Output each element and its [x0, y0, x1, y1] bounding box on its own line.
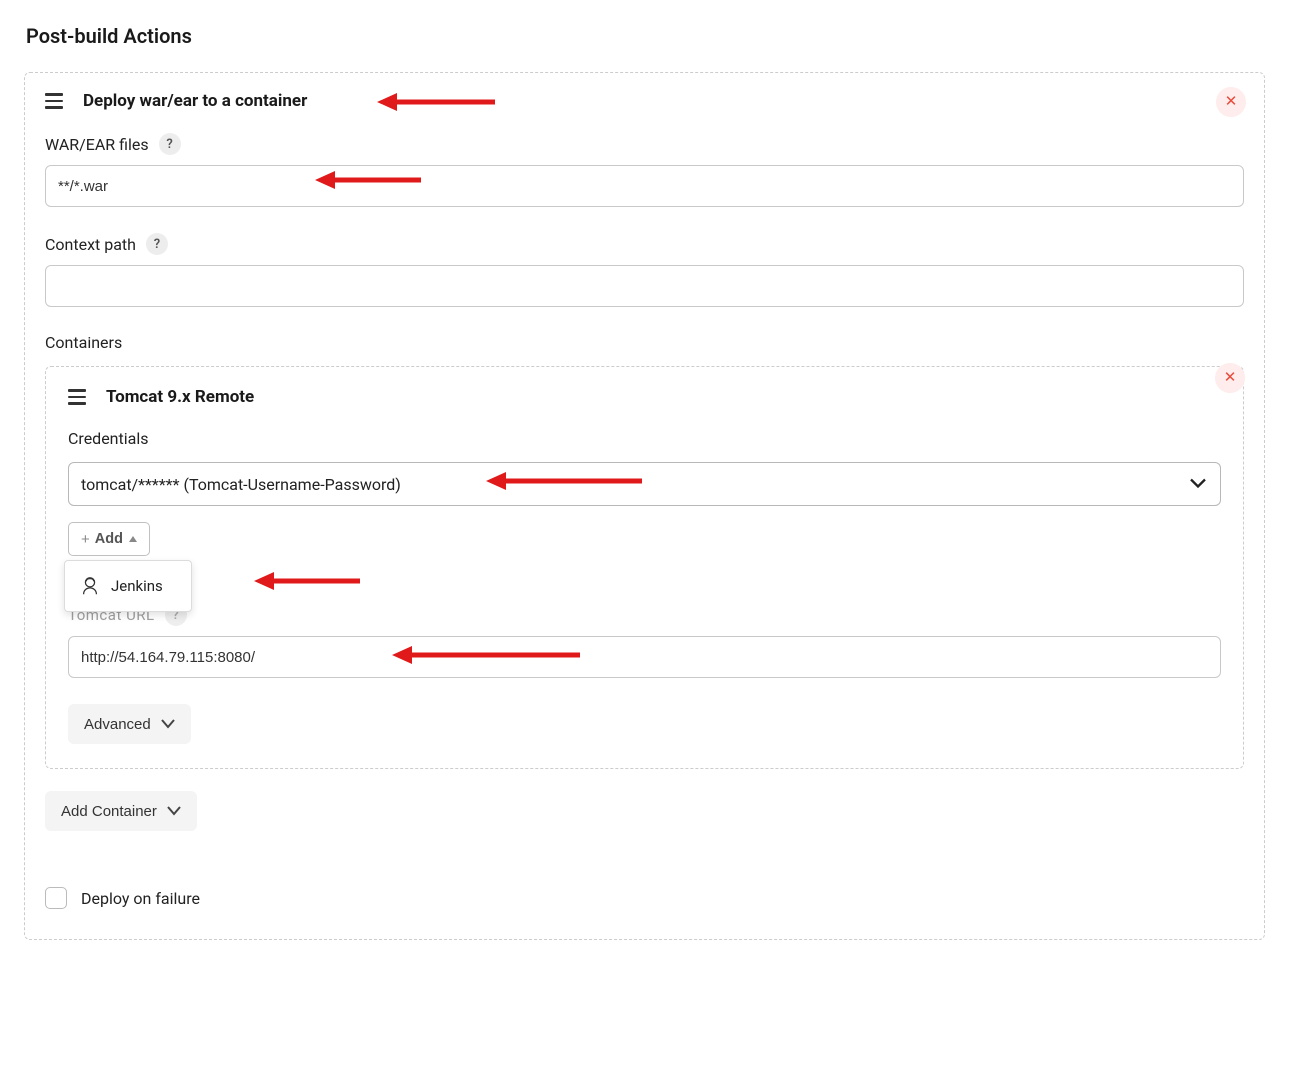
plus-icon: +	[81, 531, 90, 548]
war-files-field: WAR/EAR files ?	[45, 133, 1244, 207]
deploy-header: Deploy war/ear to a container ✕	[45, 91, 1244, 111]
deploy-on-failure-checkbox[interactable]	[45, 887, 67, 909]
context-path-label: Context path	[45, 235, 136, 254]
add-container-button[interactable]: Add Container	[45, 791, 197, 831]
drag-handle-icon[interactable]	[45, 91, 65, 111]
drag-handle-icon[interactable]	[68, 387, 88, 407]
deploy-title: Deploy war/ear to a container	[83, 91, 307, 111]
close-icon: ✕	[1224, 369, 1237, 386]
add-button-label: Add	[95, 531, 123, 547]
advanced-label: Advanced	[84, 716, 151, 733]
deploy-on-failure-label: Deploy on failure	[81, 889, 200, 908]
dropdown-item-label: Jenkins	[111, 577, 163, 595]
advanced-button[interactable]: Advanced	[68, 704, 191, 744]
help-icon[interactable]: ?	[146, 233, 168, 255]
triangle-up-icon	[129, 536, 137, 542]
post-build-action-block: Deploy war/ear to a container ✕ WAR/EAR …	[24, 72, 1265, 940]
page-title: Post-build Actions	[26, 24, 1265, 48]
jenkins-icon	[79, 575, 101, 597]
remove-container-button[interactable]: ✕	[1215, 363, 1245, 393]
close-icon: ✕	[1225, 93, 1238, 110]
add-credential-button[interactable]: + Add	[68, 522, 150, 556]
container-title: Tomcat 9.x Remote	[106, 387, 254, 407]
add-credential-dropdown: Jenkins	[64, 560, 192, 612]
war-files-input[interactable]	[45, 165, 1244, 207]
annotation-arrow-icon	[254, 568, 362, 594]
remove-action-button[interactable]: ✕	[1216, 87, 1246, 117]
dropdown-item-jenkins[interactable]: Jenkins	[65, 567, 191, 605]
container-header: Tomcat 9.x Remote ✕	[68, 387, 1221, 407]
chevron-down-icon	[167, 803, 181, 820]
containers-label: Containers	[45, 333, 1244, 352]
add-credential-wrap: + Add Jenkins	[68, 522, 1221, 556]
add-container-label: Add Container	[61, 803, 157, 820]
credentials-select[interactable]: tomcat/****** (Tomcat-Username-Password)	[68, 462, 1221, 506]
container-block: Tomcat 9.x Remote ✕ Credentials tomcat/*…	[45, 366, 1244, 769]
annotation-arrow-icon	[377, 89, 497, 115]
help-icon[interactable]: ?	[159, 133, 181, 155]
credentials-label: Credentials	[68, 429, 1221, 448]
war-files-label: WAR/EAR files	[45, 135, 149, 154]
tomcat-url-label: Tomcat URL ?	[68, 604, 1221, 626]
context-path-field: Context path ?	[45, 233, 1244, 307]
context-path-input[interactable]	[45, 265, 1244, 307]
chevron-down-icon	[161, 716, 175, 733]
credentials-value: tomcat/****** (Tomcat-Username-Password)	[81, 475, 401, 494]
tomcat-url-input[interactable]	[68, 636, 1221, 678]
